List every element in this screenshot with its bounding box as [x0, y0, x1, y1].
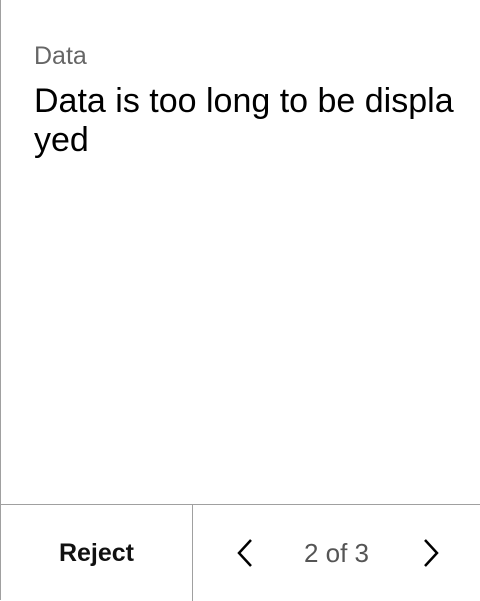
next-button[interactable]	[415, 537, 445, 569]
footer-bar: Reject 2 of 3	[1, 504, 480, 601]
reject-button[interactable]: Reject	[1, 505, 193, 601]
field-value: Data is too long to be displayed	[34, 82, 454, 159]
field-label: Data	[34, 42, 87, 70]
page-indicator: 2 of 3	[303, 537, 370, 568]
previous-button[interactable]	[231, 537, 261, 569]
chevron-left-icon	[237, 539, 252, 567]
pager: 2 of 3	[193, 505, 480, 601]
chevron-right-icon	[424, 539, 439, 567]
